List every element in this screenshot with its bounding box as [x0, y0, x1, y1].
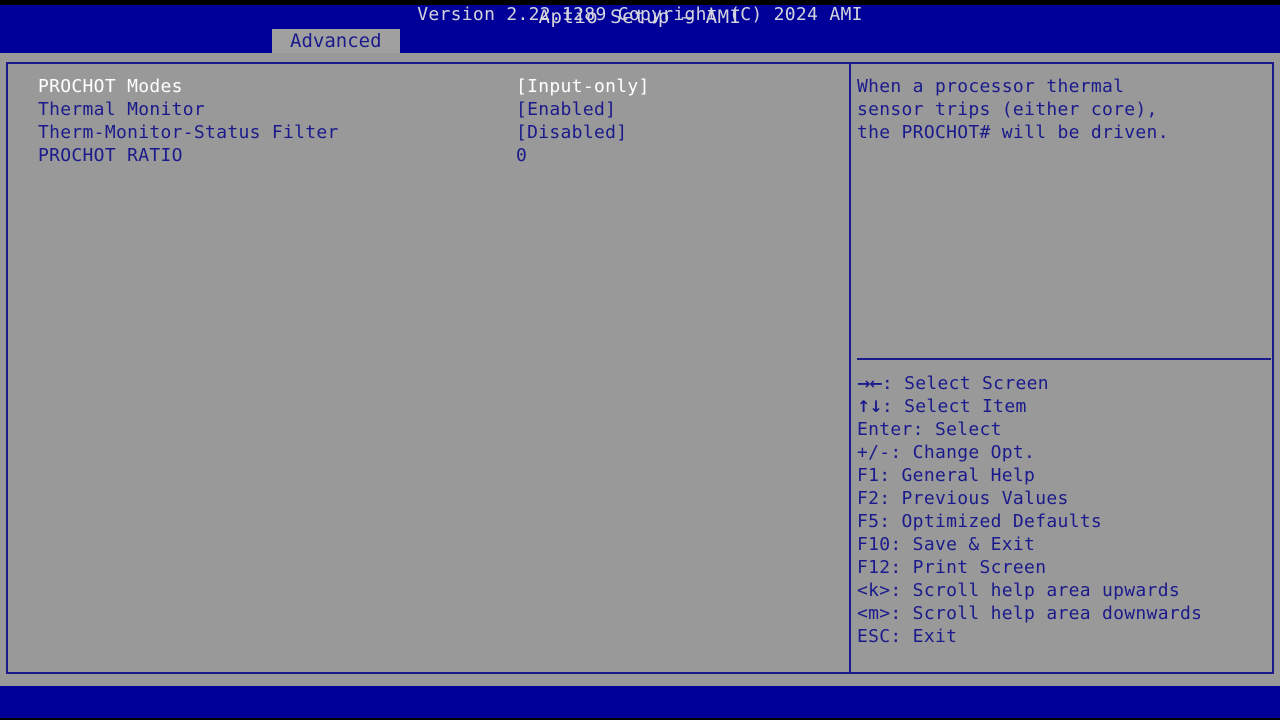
tab-advanced[interactable]: Advanced — [272, 29, 400, 53]
setting-value[interactable]: [Enabled] — [516, 98, 616, 121]
setting-row-thermal-monitor[interactable]: Thermal Monitor [Enabled] — [38, 98, 838, 121]
help-separator — [857, 358, 1271, 360]
setting-row-prochot-ratio[interactable]: PROCHOT RATIO 0 — [38, 144, 838, 167]
legend-row-select-screen: →←: Select Screen — [857, 372, 1277, 395]
legend-row-scroll-help-up: <k>: Scroll help area upwards — [857, 580, 1180, 601]
setting-row-therm-monitor-status-filter[interactable]: Therm-Monitor-Status Filter [Disabled] — [38, 121, 838, 144]
setting-label: Therm-Monitor-Status Filter — [38, 122, 339, 143]
legend-row-change-opt: +/-: Change Opt. — [857, 442, 1036, 463]
setting-label: PROCHOT RATIO — [38, 145, 183, 166]
legend-row-general-help: F1: General Help — [857, 465, 1036, 486]
legend-text: : Select Item — [881, 396, 1027, 417]
setting-row-prochot-modes[interactable]: PROCHOT Modes [Input-only] — [38, 75, 838, 98]
arrow-left-right-icon: →← — [857, 374, 883, 393]
key-legend: →←: Select Screen ↑↓: Select Item Enter:… — [857, 372, 1277, 648]
legend-row-save-exit: F10: Save & Exit — [857, 534, 1036, 555]
legend-text: : Select Screen — [881, 373, 1049, 394]
menu-tab-strip: Advanced — [272, 29, 400, 53]
legend-row-previous-values: F2: Previous Values — [857, 488, 1069, 509]
content-frame: PROCHOT Modes [Input-only] Thermal Monit… — [6, 62, 1274, 674]
legend-row-esc-exit: ESC: Exit — [857, 626, 958, 647]
legend-row-optimized-defaults: F5: Optimized Defaults — [857, 511, 1103, 532]
help-pane: When a processor thermal sensor trips (e… — [857, 75, 1271, 144]
footer-version-text: Version 2.22.1289 Copyright (C) 2024 AMI — [417, 4, 863, 25]
settings-list: PROCHOT Modes [Input-only] Thermal Monit… — [38, 75, 838, 167]
setting-value[interactable]: [Disabled] — [516, 121, 627, 144]
setting-value[interactable]: [Input-only] — [516, 75, 650, 98]
arrow-up-down-icon: ↑↓ — [857, 397, 883, 416]
legend-row-enter-select: Enter: Select — [857, 419, 1002, 440]
legend-row-select-item: ↑↓: Select Item — [857, 395, 1277, 418]
legend-row-print-screen: F12: Print Screen — [857, 557, 1047, 578]
bios-setup-screen: Aptio Setup – AMI Advanced PROCHOT Modes… — [0, 0, 1280, 720]
setting-value[interactable]: 0 — [516, 144, 527, 167]
footer-band — [0, 686, 1280, 718]
legend-row-scroll-help-down: <m>: Scroll help area downwards — [857, 603, 1203, 624]
help-text: When a processor thermal sensor trips (e… — [857, 76, 1169, 143]
pane-divider — [849, 64, 851, 672]
setting-label: PROCHOT Modes — [38, 76, 183, 97]
setting-label: Thermal Monitor — [38, 99, 206, 120]
